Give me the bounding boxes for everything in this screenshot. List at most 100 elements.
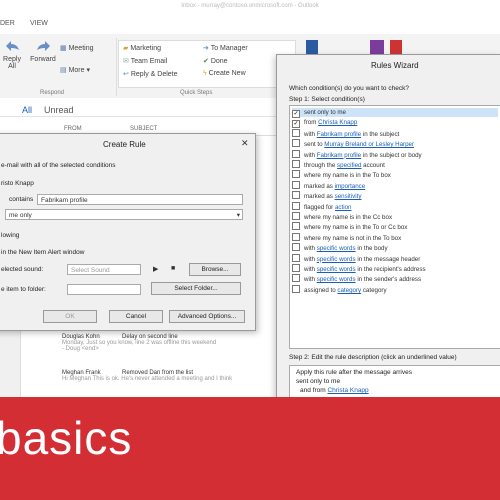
subject-checkbox-label[interactable]: contains: [9, 196, 33, 203]
condition-checkbox[interactable]: ✓: [292, 120, 300, 129]
condition-checkbox[interactable]: [292, 284, 300, 293]
condition-item[interactable]: marked as sensitivity: [292, 191, 498, 200]
condition-text: in the message header: [355, 255, 421, 263]
sound-field[interactable]: Select Sound: [67, 264, 141, 275]
condition-link[interactable]: Fabrikam profile: [317, 152, 361, 159]
condition-text: assigned to: [304, 286, 338, 294]
quickstep-marketing[interactable]: ▰ Marketing: [123, 44, 161, 52]
condition-link[interactable]: Fabrikam profile: [317, 131, 361, 138]
condition-item[interactable]: where my name is in the To or Cc box: [292, 222, 498, 231]
condition-item[interactable]: where my name is in the To box: [292, 170, 498, 179]
condition-item[interactable]: through the specified account: [292, 160, 498, 169]
forward-button[interactable]: Forward: [28, 40, 58, 63]
sound-checkbox-label[interactable]: elected sound:: [1, 266, 43, 273]
meeting-button[interactable]: ▦ Meeting: [60, 44, 93, 52]
condition-link[interactable]: action: [335, 204, 352, 211]
respond-group-label: Respond: [40, 90, 65, 96]
condition-checkbox[interactable]: [292, 160, 300, 168]
quickstep-create-new[interactable]: ϟ Create New: [203, 70, 246, 77]
move-checkbox-label[interactable]: e item to folder:: [1, 286, 46, 293]
col-subject[interactable]: SUBJECT: [130, 126, 157, 132]
condition-checkbox[interactable]: [292, 128, 300, 137]
condition-checkbox[interactable]: [292, 253, 300, 262]
condition-checkbox[interactable]: [292, 212, 300, 220]
condition-text: with: [304, 151, 317, 159]
tab-folder[interactable]: DER: [0, 20, 15, 27]
condition-text: in the subject or body: [361, 151, 422, 159]
condition-item[interactable]: with specific words in the recipient's a…: [292, 264, 498, 273]
subject-field[interactable]: Fabrikam profile: [37, 194, 243, 205]
condition-item[interactable]: ✓ from Christa Knapp: [292, 118, 498, 129]
alert-checkbox-label[interactable]: in the New Item Alert window: [1, 249, 84, 256]
meeting-label: Meeting: [68, 45, 94, 52]
filter-all[interactable]: All: [22, 105, 32, 115]
condition-checkbox[interactable]: [292, 264, 300, 272]
more-button[interactable]: ▤ More ▾: [60, 66, 90, 74]
wizard-title: Rules Wizard: [371, 61, 419, 70]
advanced-options-button[interactable]: Advanced Options...: [169, 310, 245, 323]
col-from[interactable]: FROM: [64, 126, 82, 132]
arrow-icon: ➜: [203, 45, 209, 52]
browse-button[interactable]: Browse...: [189, 263, 241, 276]
condition-checkbox[interactable]: [292, 232, 300, 241]
rules-icon[interactable]: [390, 40, 402, 54]
condition-link[interactable]: Murray Breland or Lesley Harper: [324, 141, 414, 148]
condition-text: with: [304, 130, 317, 138]
from-checkbox-label[interactable]: risto Knapp: [1, 180, 34, 187]
condition-item[interactable]: with specific words in the message heade…: [292, 253, 498, 263]
quickstep-reply-delete[interactable]: ↩ Reply & Delete: [123, 70, 178, 78]
condition-item[interactable]: flagged for action: [292, 201, 498, 211]
filter-unread[interactable]: Unread: [44, 105, 74, 115]
condition-link[interactable]: category: [337, 287, 361, 294]
select-folder-button[interactable]: Select Folder...: [151, 282, 241, 295]
condition-item[interactable]: with Fabrikam profile in the subject or …: [292, 149, 498, 159]
condition-link[interactable]: importance: [335, 183, 366, 190]
condition-item[interactable]: marked as importance: [292, 180, 498, 190]
tab-view[interactable]: VIEW: [30, 20, 48, 27]
list-item[interactable]: Douglas Kohn Delay on second line Monday,…: [62, 334, 282, 352]
reply-all-icon: [6, 41, 19, 51]
stop-icon[interactable]: ■: [171, 265, 175, 272]
condition-checkbox[interactable]: [292, 201, 300, 210]
condition-link[interactable]: specific words: [317, 276, 356, 283]
condition-item[interactable]: with specific words in the body: [292, 243, 498, 252]
cancel-button[interactable]: Cancel: [109, 310, 163, 323]
condition-link[interactable]: specific words: [317, 266, 356, 273]
condition-checkbox[interactable]: [292, 274, 300, 283]
condition-text: in the body: [355, 245, 388, 253]
quickstep-to-manager[interactable]: ➜ To Manager: [203, 44, 248, 52]
quickstep-done[interactable]: ✔ Done: [203, 57, 228, 65]
condition-checkbox[interactable]: [292, 243, 300, 252]
onenote-icon[interactable]: [370, 40, 384, 54]
sent-to-select[interactable]: me only ▾: [5, 209, 243, 220]
condition-item[interactable]: where my name is in the Cc box: [292, 212, 498, 221]
quickstep-team-email[interactable]: ✉ Team Email: [123, 57, 167, 65]
condition-link[interactable]: specific words: [317, 256, 356, 263]
condition-item[interactable]: with Fabrikam profile in the subject: [292, 128, 498, 138]
condition-text: sent to: [304, 141, 325, 149]
folder-field[interactable]: [67, 284, 141, 295]
condition-checkbox[interactable]: [292, 149, 300, 158]
close-icon[interactable]: ✕: [241, 138, 249, 149]
condition-link[interactable]: specific words: [317, 245, 356, 252]
condition-checkbox[interactable]: [292, 222, 300, 231]
condition-checkbox[interactable]: [292, 139, 300, 148]
condition-link[interactable]: specified: [337, 162, 361, 169]
condition-item[interactable]: ✓ sent only to me: [292, 108, 498, 118]
play-icon[interactable]: ▶: [153, 265, 158, 273]
condition-checkbox[interactable]: [292, 180, 300, 189]
condition-item[interactable]: with specific words in the sender's addr…: [292, 274, 498, 283]
condition-item[interactable]: sent to Murray Breland or Lesley Harper: [292, 139, 498, 148]
condition-link[interactable]: Christa Knapp: [318, 119, 357, 126]
reply-all-button[interactable]: Reply All: [2, 40, 24, 70]
list-item[interactable]: Meghan Frank Removed Dan from the list Hi…: [62, 370, 282, 382]
ok-button[interactable]: OK: [43, 310, 97, 323]
desc-from-link[interactable]: Christa Knapp: [327, 387, 368, 394]
condition-item[interactable]: where my name is not in the To box: [292, 232, 498, 242]
condition-item[interactable]: assigned to category category: [292, 284, 498, 294]
condition-checkbox[interactable]: [292, 170, 300, 179]
condition-link[interactable]: sensitivity: [335, 193, 362, 200]
condition-checkbox[interactable]: [292, 191, 300, 200]
move-icon[interactable]: [306, 40, 318, 54]
condition-checkbox[interactable]: ✓: [292, 110, 300, 118]
